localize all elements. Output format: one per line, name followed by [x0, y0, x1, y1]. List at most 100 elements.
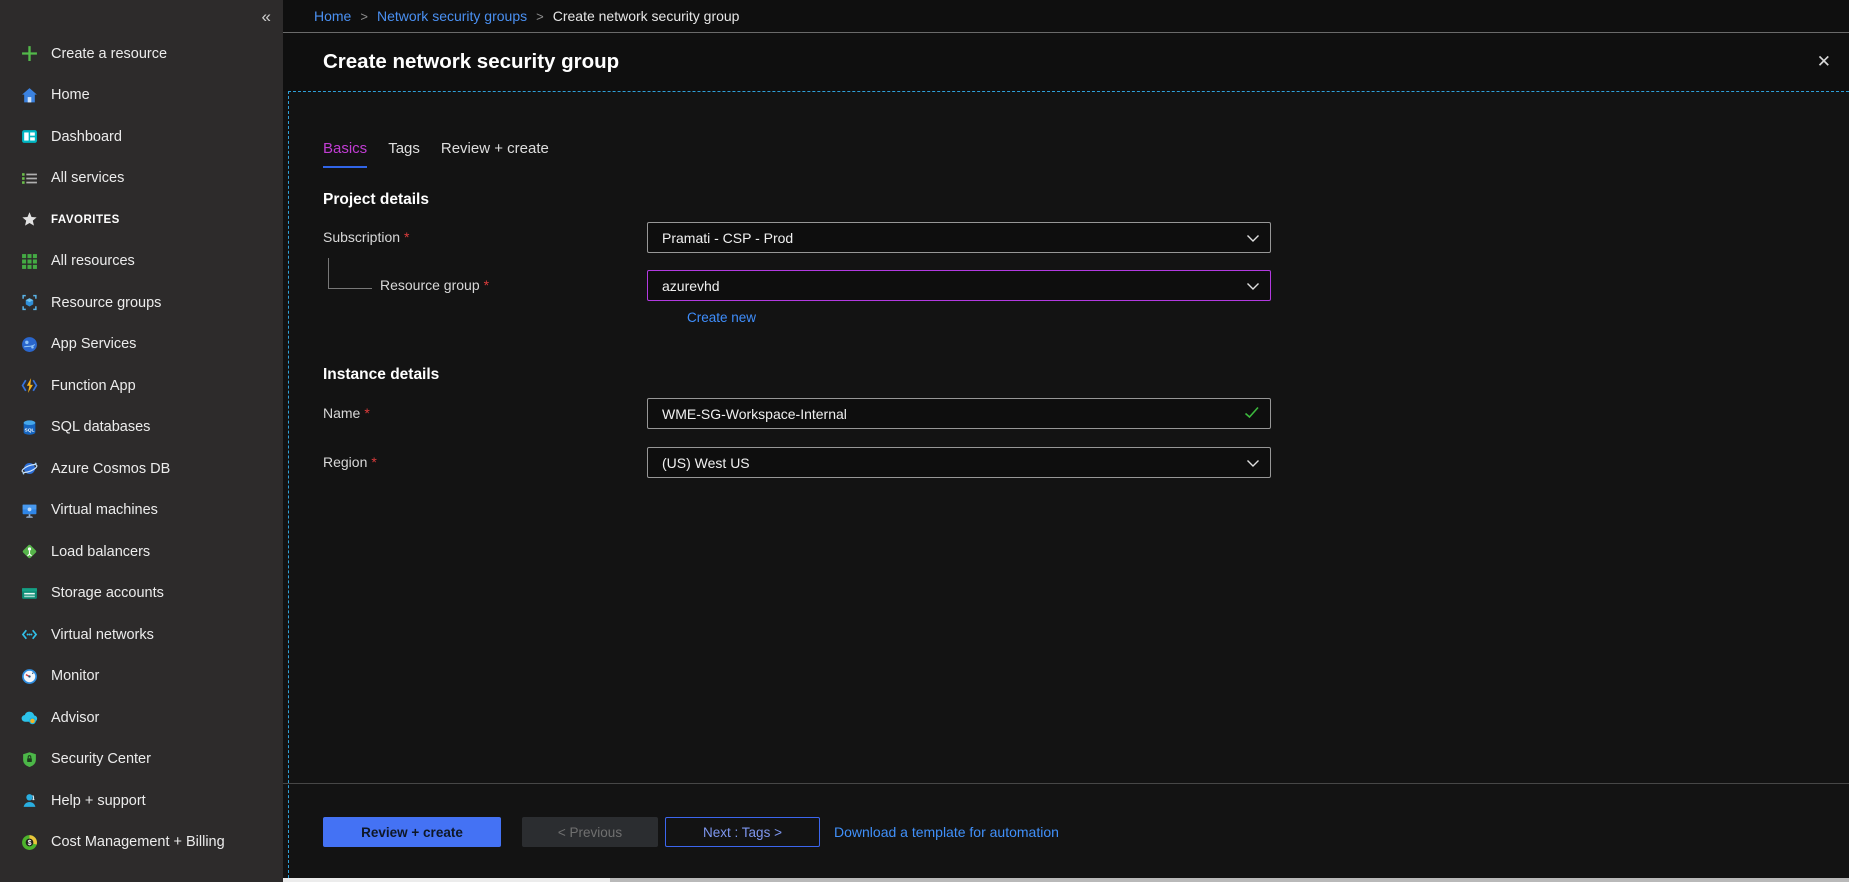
- breadcrumb: Home > Network security groups > Create …: [283, 0, 1849, 33]
- grid-icon: [21, 253, 38, 270]
- tab-review-create[interactable]: Review + create: [441, 140, 549, 168]
- sidebar-item-security-center[interactable]: Security Center: [0, 739, 283, 781]
- cosmos-db-planet-icon: [21, 460, 38, 477]
- sidebar-item-advisor[interactable]: Advisor: [0, 697, 283, 739]
- sidebar-item-label: Storage accounts: [51, 585, 164, 601]
- name-label-text: Name: [323, 405, 360, 421]
- project-details-rows: Subscription* Pramati - CSP - Prod Resou…: [323, 222, 1849, 325]
- sidebar-item-dashboard[interactable]: Dashboard: [0, 116, 283, 158]
- chevron-down-icon: [1246, 278, 1260, 294]
- main-panel: Home > Network security groups > Create …: [283, 0, 1849, 882]
- sidebar-item-virtual-networks[interactable]: Virtual networks: [0, 614, 283, 656]
- sidebar-item-all-services[interactable]: All services: [0, 158, 283, 200]
- name-input[interactable]: WME-SG-Workspace-Internal: [647, 398, 1271, 429]
- sidebar-item-label: App Services: [51, 336, 136, 352]
- svg-text:$: $: [28, 840, 32, 847]
- home-icon: [21, 87, 38, 104]
- close-icon[interactable]: ✕: [1811, 48, 1837, 76]
- sidebar-item-virtual-machines[interactable]: Virtual machines: [0, 490, 283, 532]
- sidebar-item-label: Virtual machines: [51, 502, 158, 518]
- scrollbar-track: [610, 878, 1849, 882]
- page-title: Create network security group: [323, 50, 619, 74]
- tab-bar: Basics Tags Review + create: [283, 91, 1849, 168]
- resource-group-label-text: Resource group: [380, 277, 480, 293]
- sidebar-item-label: Create a resource: [51, 46, 167, 62]
- sidebar-item-resource-groups[interactable]: Resource groups: [0, 282, 283, 324]
- review-create-button[interactable]: Review + create: [323, 817, 501, 847]
- previous-button[interactable]: < Previous: [522, 817, 658, 847]
- sidebar-item-cost-management-billing[interactable]: $ Cost Management + Billing: [0, 822, 283, 864]
- load-balancer-diamond-icon: [21, 543, 38, 560]
- storage-account-icon: [21, 585, 38, 602]
- scrollbar-thumb[interactable]: [283, 878, 610, 882]
- region-row: Region* (US) West US: [323, 447, 1849, 478]
- name-row: Name* WME-SG-Workspace-Internal: [323, 398, 1849, 429]
- next-tags-button[interactable]: Next : Tags >: [665, 817, 820, 847]
- required-asterisk: *: [404, 229, 409, 245]
- star-icon: [21, 211, 38, 228]
- required-asterisk: *: [371, 454, 376, 470]
- sidebar-item-label: Home: [51, 87, 90, 103]
- download-template-link[interactable]: Download a template for automation: [834, 817, 1059, 847]
- sidebar-item-label: Monitor: [51, 668, 99, 684]
- sidebar-item-function-app[interactable]: Function App: [0, 365, 283, 407]
- blade-footer: Review + create < Previous Next : Tags >…: [283, 783, 1849, 882]
- sidebar-item-label: All services: [51, 170, 124, 186]
- name-value: WME-SG-Workspace-Internal: [662, 406, 1244, 422]
- sidebar-item-label: Dashboard: [51, 129, 122, 145]
- sidebar-item-create-a-resource[interactable]: Create a resource: [0, 33, 283, 75]
- create-new-link[interactable]: Create new: [687, 310, 756, 325]
- sidebar-item-monitor[interactable]: Monitor: [0, 656, 283, 698]
- breadcrumb-nsg-link[interactable]: Network security groups: [377, 8, 527, 24]
- blade-content: Basics Tags Review + create Project deta…: [283, 91, 1849, 882]
- breadcrumb-separator: >: [536, 9, 544, 24]
- sidebar-header: «: [0, 0, 283, 33]
- chevron-down-icon: [1246, 230, 1260, 246]
- region-dropdown[interactable]: (US) West US: [647, 447, 1271, 478]
- sidebar-item-label: FAVORITES: [51, 214, 120, 226]
- sidebar-item-help-support[interactable]: Help + support: [0, 780, 283, 822]
- sidebar-item-all-resources[interactable]: All resources: [0, 241, 283, 283]
- instance-details-heading: Instance details: [323, 367, 1849, 383]
- tab-basics[interactable]: Basics: [323, 140, 367, 168]
- sidebar-item-azure-cosmos-db[interactable]: Azure Cosmos DB: [0, 448, 283, 490]
- cost-management-donut-icon: $: [21, 834, 38, 851]
- breadcrumb-home-link[interactable]: Home: [314, 8, 351, 24]
- resource-group-cube-icon: [21, 294, 38, 311]
- sidebar-item-label: SQL databases: [51, 419, 150, 435]
- sidebar-item-home[interactable]: Home: [0, 75, 283, 117]
- resource-group-dropdown[interactable]: azurevhd: [647, 270, 1271, 301]
- tab-tags[interactable]: Tags: [388, 140, 420, 168]
- resource-group-value: azurevhd: [662, 278, 1246, 294]
- sidebar-item-storage-accounts[interactable]: Storage accounts: [0, 573, 283, 615]
- sidebar-item-label: Load balancers: [51, 544, 150, 560]
- name-label: Name*: [323, 398, 647, 429]
- help-support-person-icon: [21, 792, 38, 809]
- sidebar-item-load-balancers[interactable]: Load balancers: [0, 531, 283, 573]
- sidebar-item-app-services[interactable]: App Services: [0, 324, 283, 366]
- sidebar-collapse-icon[interactable]: «: [262, 8, 271, 25]
- advisor-cloud-icon: [21, 709, 38, 726]
- resource-group-row: Resource group* azurevhd: [323, 270, 1849, 301]
- region-value: (US) West US: [662, 455, 1246, 471]
- sidebar-item-sql-databases[interactable]: SQL SQL databases: [0, 407, 283, 449]
- horizontal-scrollbar[interactable]: [283, 878, 1849, 882]
- sidebar-item-label: Advisor: [51, 710, 99, 726]
- region-label-text: Region: [323, 454, 367, 470]
- svg-text:SQL: SQL: [24, 427, 34, 433]
- sql-database-icon: SQL: [21, 419, 38, 436]
- sidebar-item-label: Azure Cosmos DB: [51, 461, 170, 477]
- subscription-value: Pramati - CSP - Prod: [662, 230, 1246, 246]
- virtual-machine-monitor-icon: [21, 502, 38, 519]
- sidebar-favorites-header: FAVORITES: [0, 199, 283, 241]
- sidebar-item-label: Virtual networks: [51, 627, 154, 643]
- sidebar-item-label: Resource groups: [51, 295, 161, 311]
- breadcrumb-separator: >: [360, 9, 368, 24]
- sidebar-item-label: Function App: [51, 378, 136, 394]
- sidebar: « Create a resource Home Dashboard All s…: [0, 0, 283, 882]
- valid-check-icon: [1244, 406, 1260, 422]
- subscription-label-text: Subscription: [323, 229, 400, 245]
- sidebar-item-label: Security Center: [51, 751, 151, 767]
- subscription-dropdown[interactable]: Pramati - CSP - Prod: [647, 222, 1271, 253]
- sidebar-item-label: Cost Management + Billing: [51, 834, 225, 850]
